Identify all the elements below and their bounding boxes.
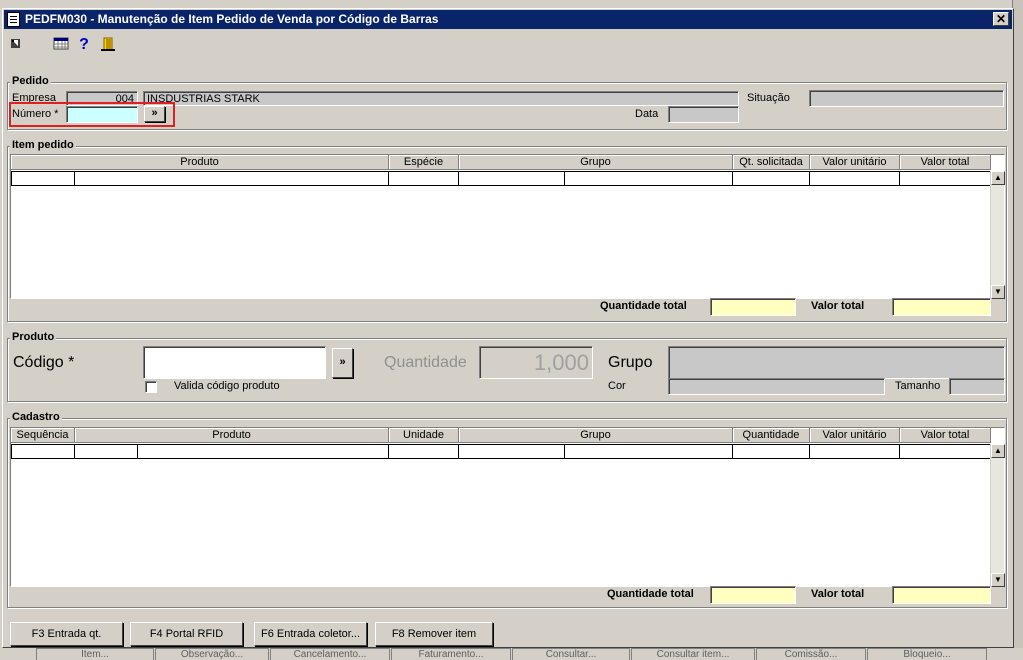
vertical-scrollbar[interactable]: ▲ ▼ <box>990 171 1005 299</box>
situacao-field <box>809 90 1004 107</box>
help-icon[interactable]: ? <box>75 36 93 54</box>
grid-cell[interactable] <box>75 171 389 186</box>
column-header-produto[interactable]: Produto <box>11 155 389 170</box>
item-quantidade-total-label: Quantidade total <box>600 300 687 312</box>
grid-cell[interactable] <box>389 444 459 459</box>
grid-cell[interactable] <box>11 444 75 459</box>
grupo-label: Grupo <box>608 354 653 371</box>
valida-codigo-checkbox[interactable] <box>145 381 157 393</box>
cadastro-quantidade-total-label: Quantidade total <box>607 588 694 600</box>
numero-search-button[interactable]: » <box>144 106 165 122</box>
background-tab: Consultar item... <box>631 648 755 660</box>
app-icon <box>7 12 20 27</box>
codigo-label: Código * <box>13 354 75 371</box>
cadastro-valor-total-field <box>892 586 991 604</box>
f4-portal-rfid-button[interactable]: F4 Portal RFID <box>130 622 243 646</box>
grid-cell[interactable] <box>565 171 733 186</box>
item-valor-total-field <box>892 298 991 316</box>
f6-entrada-coletor-button[interactable]: F6 Entrada coletor... <box>254 622 367 646</box>
tamanho-field <box>949 378 1005 395</box>
background-tab: Item... <box>36 648 154 660</box>
title-bar[interactable]: PEDFM030 - Manutenção de Item Pedido de … <box>4 10 1012 29</box>
quantidade-field: 1,000 <box>479 346 593 379</box>
scroll-up-arrow-icon[interactable]: ▲ <box>991 171 1005 185</box>
background-tab: Cancelamento... <box>270 648 390 660</box>
scroll-up-arrow-icon[interactable]: ▲ <box>991 444 1005 458</box>
grid-cell[interactable] <box>459 444 565 459</box>
column-header-grupo[interactable]: Grupo <box>459 155 733 170</box>
item-valor-total-label: Valor total <box>811 300 865 312</box>
grid-cell[interactable] <box>810 171 900 186</box>
vertical-scrollbar[interactable]: ▲ ▼ <box>990 444 1005 587</box>
column-header-quantidade[interactable]: Quantidade <box>733 428 810 443</box>
grid-cell[interactable] <box>733 444 810 459</box>
cadastro-title: Cadastro <box>10 411 62 423</box>
background-tab: Faturamento... <box>391 648 511 660</box>
column-header-unidade[interactable]: Unidade <box>389 428 459 443</box>
column-header-sequencia[interactable]: Sequência <box>11 428 75 443</box>
pedido-title: Pedido <box>10 75 51 87</box>
data-label: Data <box>635 108 659 120</box>
grid-cell[interactable] <box>138 444 389 459</box>
codigo-search-button[interactable]: » <box>332 348 353 378</box>
background-tab: Bloqueio... <box>867 648 987 660</box>
grid-cell[interactable] <box>11 171 75 186</box>
cadastro-grid[interactable]: Sequência Produto Unidade Grupo Quantida… <box>10 427 1005 587</box>
valida-codigo-label: Valida código produto <box>174 380 280 392</box>
exit-arrow-icon[interactable] <box>7 36 25 54</box>
grid-cell[interactable] <box>900 171 991 186</box>
numero-label: Número * <box>12 108 59 120</box>
column-header-produto[interactable]: Produto <box>75 428 389 443</box>
grid-cell[interactable] <box>810 444 900 459</box>
grid-cell[interactable] <box>459 171 565 186</box>
grid-cell[interactable] <box>900 444 991 459</box>
situacao-label: Situação <box>747 92 790 104</box>
item-quantidade-total-field <box>710 298 796 316</box>
grid-cell[interactable] <box>733 171 810 186</box>
window-title: PEDFM030 - Manutenção de Item Pedido de … <box>25 12 439 26</box>
column-header-valor-unitario[interactable]: Valor unitário <box>810 428 900 443</box>
column-header-especie[interactable]: Espécie <box>389 155 459 170</box>
f3-entrada-qt-button[interactable]: F3 Entrada qt. <box>10 622 123 646</box>
item-pedido-grid[interactable]: Produto Espécie Grupo Qt. solicitada Val… <box>10 154 1005 299</box>
scroll-down-arrow-icon[interactable]: ▼ <box>991 573 1005 587</box>
scroll-down-arrow-icon[interactable]: ▼ <box>991 285 1005 299</box>
empresa-name-field: INSDUSTRIAS STARK <box>143 91 739 106</box>
grupo-field <box>668 346 1005 379</box>
numero-input[interactable] <box>66 106 138 123</box>
f8-remover-item-button[interactable]: F8 Remover item <box>375 622 493 646</box>
grid-cell[interactable] <box>565 444 733 459</box>
background-tab: Observação... <box>155 648 269 660</box>
column-header-valor-total[interactable]: Valor total <box>900 428 991 443</box>
cor-field <box>668 378 885 395</box>
data-field <box>668 106 739 123</box>
close-button[interactable]: ✕ <box>993 12 1009 26</box>
column-header-valor-unitario[interactable]: Valor unitário <box>810 155 900 170</box>
background-tab: Consultar... <box>512 648 630 660</box>
column-header-valor-total[interactable]: Valor total <box>900 155 991 170</box>
calendar-grid-icon[interactable] <box>52 36 70 54</box>
cadastro-quantidade-total-field <box>710 586 796 604</box>
cadastro-valor-total-label: Valor total <box>811 588 865 600</box>
grid-cell[interactable] <box>75 444 138 459</box>
column-header-grupo[interactable]: Grupo <box>459 428 733 443</box>
background-tab: Comissão... <box>756 648 866 660</box>
grid-cell[interactable] <box>389 171 459 186</box>
item-pedido-title: Item pedido <box>10 139 76 151</box>
produto-title: Produto <box>10 331 57 343</box>
codigo-input[interactable] <box>143 346 326 379</box>
tamanho-label: Tamanho <box>895 380 941 392</box>
door-exit-icon[interactable] <box>99 36 117 54</box>
cor-label: Cor <box>608 380 626 392</box>
quantidade-label: Quantidade <box>384 354 467 371</box>
column-header-qt-solicitada[interactable]: Qt. solicitada <box>733 155 810 170</box>
